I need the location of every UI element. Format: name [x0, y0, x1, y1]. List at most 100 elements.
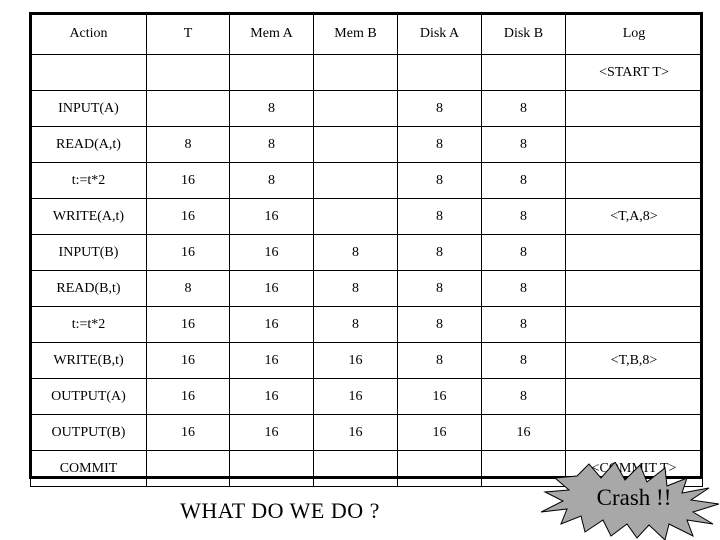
cell-action: WRITE(A,t)	[30, 198, 147, 235]
cell-log	[565, 126, 703, 163]
cell-disk-b: 8	[481, 342, 566, 379]
cell-disk-a: 8	[397, 126, 482, 163]
cell-disk-b: 8	[481, 90, 566, 127]
table-row: <START T>	[30, 54, 703, 91]
cell-disk-b: 8	[481, 270, 566, 307]
table-row: INPUT(B) 16 16 8 8 8	[30, 234, 703, 271]
cell-mem-a	[229, 450, 314, 487]
column-header-t: T	[146, 13, 230, 55]
cell-action	[30, 54, 147, 91]
cell-t: 16	[146, 306, 230, 343]
cell-mem-a: 16	[229, 378, 314, 415]
cell-log: <START T>	[565, 54, 703, 91]
column-header-mem-a: Mem A	[229, 13, 314, 55]
cell-disk-a: 8	[397, 270, 482, 307]
crash-starburst-callout: Crash !!	[541, 462, 719, 540]
cell-mem-a: 16	[229, 234, 314, 271]
cell-mem-a: 16	[229, 270, 314, 307]
cell-t: 8	[146, 270, 230, 307]
cell-mem-b	[313, 90, 398, 127]
cell-log	[565, 414, 703, 451]
cell-disk-b: 8	[481, 162, 566, 199]
cell-disk-b: 8	[481, 126, 566, 163]
cell-mem-a: 8	[229, 90, 314, 127]
cell-log	[565, 306, 703, 343]
cell-disk-a: 8	[397, 306, 482, 343]
cell-mem-b: 8	[313, 270, 398, 307]
cell-mem-a: 8	[229, 162, 314, 199]
cell-t	[146, 450, 230, 487]
cell-action: INPUT(B)	[30, 234, 147, 271]
cell-mem-b	[313, 450, 398, 487]
cell-action: INPUT(A)	[30, 90, 147, 127]
cell-mem-b	[313, 198, 398, 235]
table-row: INPUT(A) 8 8 8	[30, 90, 703, 127]
table-row: OUTPUT(A) 16 16 16 16 8	[30, 378, 703, 415]
cell-log	[565, 162, 703, 199]
cell-log	[565, 234, 703, 271]
table-row: READ(A,t) 8 8 8 8	[30, 126, 703, 163]
cell-action: t:=t*2	[30, 306, 147, 343]
cell-mem-b: 8	[313, 234, 398, 271]
cell-action: OUTPUT(A)	[30, 378, 147, 415]
table-row: WRITE(A,t) 16 16 8 8 <T,A,8>	[30, 198, 703, 235]
cell-action: READ(B,t)	[30, 270, 147, 307]
cell-log	[565, 90, 703, 127]
cell-disk-b: 8	[481, 306, 566, 343]
cell-disk-a	[397, 450, 482, 487]
crash-label: Crash !!	[596, 485, 672, 510]
cell-t	[146, 90, 230, 127]
cell-t	[146, 54, 230, 91]
cell-t: 16	[146, 378, 230, 415]
cell-disk-a: 16	[397, 378, 482, 415]
transaction-trace-table: Action T Mem A Mem B Disk A Disk B Log <…	[30, 13, 703, 487]
cell-action: READ(A,t)	[30, 126, 147, 163]
cell-t: 16	[146, 234, 230, 271]
cell-action: WRITE(B,t)	[30, 342, 147, 379]
cell-t: 8	[146, 126, 230, 163]
column-header-log: Log	[565, 13, 703, 55]
table-row: t:=t*2 16 16 8 8 8	[30, 306, 703, 343]
cell-mem-b: 16	[313, 378, 398, 415]
cell-disk-b	[481, 54, 566, 91]
cell-disk-a: 8	[397, 234, 482, 271]
slide-canvas: Action T Mem A Mem B Disk A Disk B Log <…	[0, 0, 720, 540]
cell-disk-a: 8	[397, 198, 482, 235]
cell-action: OUTPUT(B)	[30, 414, 147, 451]
cell-mem-b: 8	[313, 306, 398, 343]
cell-mem-b	[313, 162, 398, 199]
cell-mem-b: 16	[313, 414, 398, 451]
cell-mem-a: 8	[229, 126, 314, 163]
cell-action: t:=t*2	[30, 162, 147, 199]
table-row: OUTPUT(B) 16 16 16 16 16	[30, 414, 703, 451]
table-row: READ(B,t) 8 16 8 8 8	[30, 270, 703, 307]
cell-mem-a: 16	[229, 414, 314, 451]
cell-t: 16	[146, 414, 230, 451]
cell-mem-a	[229, 54, 314, 91]
cell-disk-a	[397, 54, 482, 91]
cell-disk-a: 8	[397, 90, 482, 127]
table-row: t:=t*2 16 8 8 8	[30, 162, 703, 199]
cell-mem-b: 16	[313, 342, 398, 379]
cell-mem-b	[313, 54, 398, 91]
cell-disk-a: 8	[397, 162, 482, 199]
slide-caption: WHAT DO WE DO ?	[180, 498, 380, 523]
cell-t: 16	[146, 162, 230, 199]
cell-action: COMMIT	[30, 450, 147, 487]
cell-mem-b	[313, 126, 398, 163]
column-header-disk-b: Disk B	[481, 13, 566, 55]
cell-mem-a: 16	[229, 198, 314, 235]
cell-t: 16	[146, 198, 230, 235]
cell-log: <T,B,8>	[565, 342, 703, 379]
column-header-mem-b: Mem B	[313, 13, 398, 55]
cell-log	[565, 378, 703, 415]
cell-mem-a: 16	[229, 306, 314, 343]
cell-disk-b: 8	[481, 234, 566, 271]
cell-log	[565, 270, 703, 307]
cell-disk-b: 16	[481, 414, 566, 451]
cell-disk-b: 8	[481, 378, 566, 415]
cell-disk-a: 8	[397, 342, 482, 379]
cell-disk-b: 8	[481, 198, 566, 235]
table-row: WRITE(B,t) 16 16 16 8 8 <T,B,8>	[30, 342, 703, 379]
cell-mem-a: 16	[229, 342, 314, 379]
